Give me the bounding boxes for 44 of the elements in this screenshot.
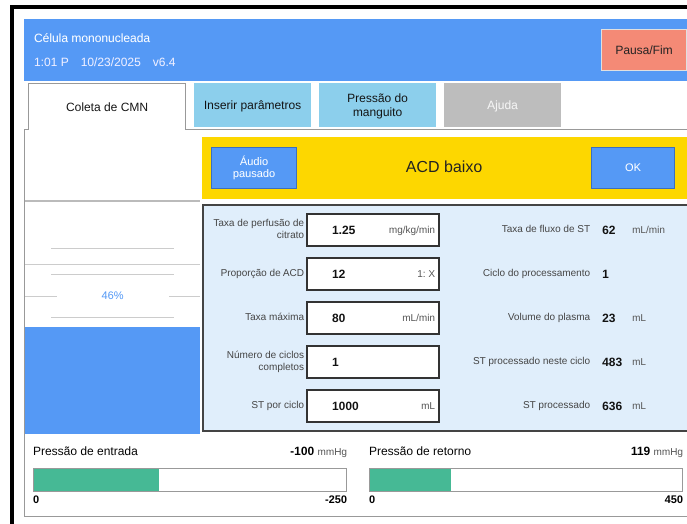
reading-label: Ciclo do processamento [482,268,590,280]
gauge-reading: 46% [100,290,125,302]
reading-unit: mL [632,400,646,412]
pressure-label: Pressão de retorno [369,444,472,458]
setting-label: Taxa de perfusão de citrato [212,218,304,242]
reading-unit: mL [632,356,646,368]
pressure-label: Pressão de entrada [33,444,138,458]
reading-unit: mL [632,312,646,324]
version-text: v6.4 [152,55,176,69]
setting-label: ST por ciclo [250,400,304,412]
setting-label: Taxa máxima [244,312,304,324]
setting-label: Número de ciclos completos [226,350,304,374]
tab[interactable]: Pressão do manguito [319,83,436,127]
scale-min: 0 [369,494,376,506]
reading-label: Taxa de fluxo de ST [500,224,590,236]
pressure-unit: mmHg [654,447,683,458]
date-text: 10/23/2025 [80,55,141,69]
setting-label: Proporção de ACD [220,268,304,280]
reading-value: 23 [602,311,616,325]
reading-value: 636 [602,399,624,413]
setting-field[interactable]: 1 [306,345,440,379]
reading-label: Volume do plasma [506,312,590,324]
scale-max: -250 [324,494,347,506]
reading-unit: mL/min [632,224,665,236]
pressure-value: 119 [630,444,650,458]
setting-field[interactable]: 1.25 mg/kg/min [306,213,440,247]
time-text: 1:01 P [34,55,69,69]
setting-field[interactable]: 12 1: X [306,257,440,291]
pressure-value: -100 [290,444,314,458]
reading-label: ST processado [522,400,590,412]
reading-value: 1 [602,267,610,281]
setting-field[interactable]: 80 mL/min [306,301,440,335]
scale-max: 450 [664,494,683,506]
reading-label: ST processado neste ciclo [472,356,590,368]
window-title: Célula mononucleada [34,31,152,45]
reading-value: 62 [602,223,616,237]
pause-button[interactable]: Pausa/Fim [601,29,687,71]
tab[interactable]: Inserir parâmetros [194,83,311,127]
pressure-unit: mmHg [318,447,347,458]
scale-min: 0 [33,494,40,506]
setting-field[interactable]: 1000 mL [306,389,440,423]
reading-value: 483 [602,355,624,369]
tab[interactable]: Coleta de CMN [28,83,186,130]
alert-message: ACD baixo [406,159,482,177]
